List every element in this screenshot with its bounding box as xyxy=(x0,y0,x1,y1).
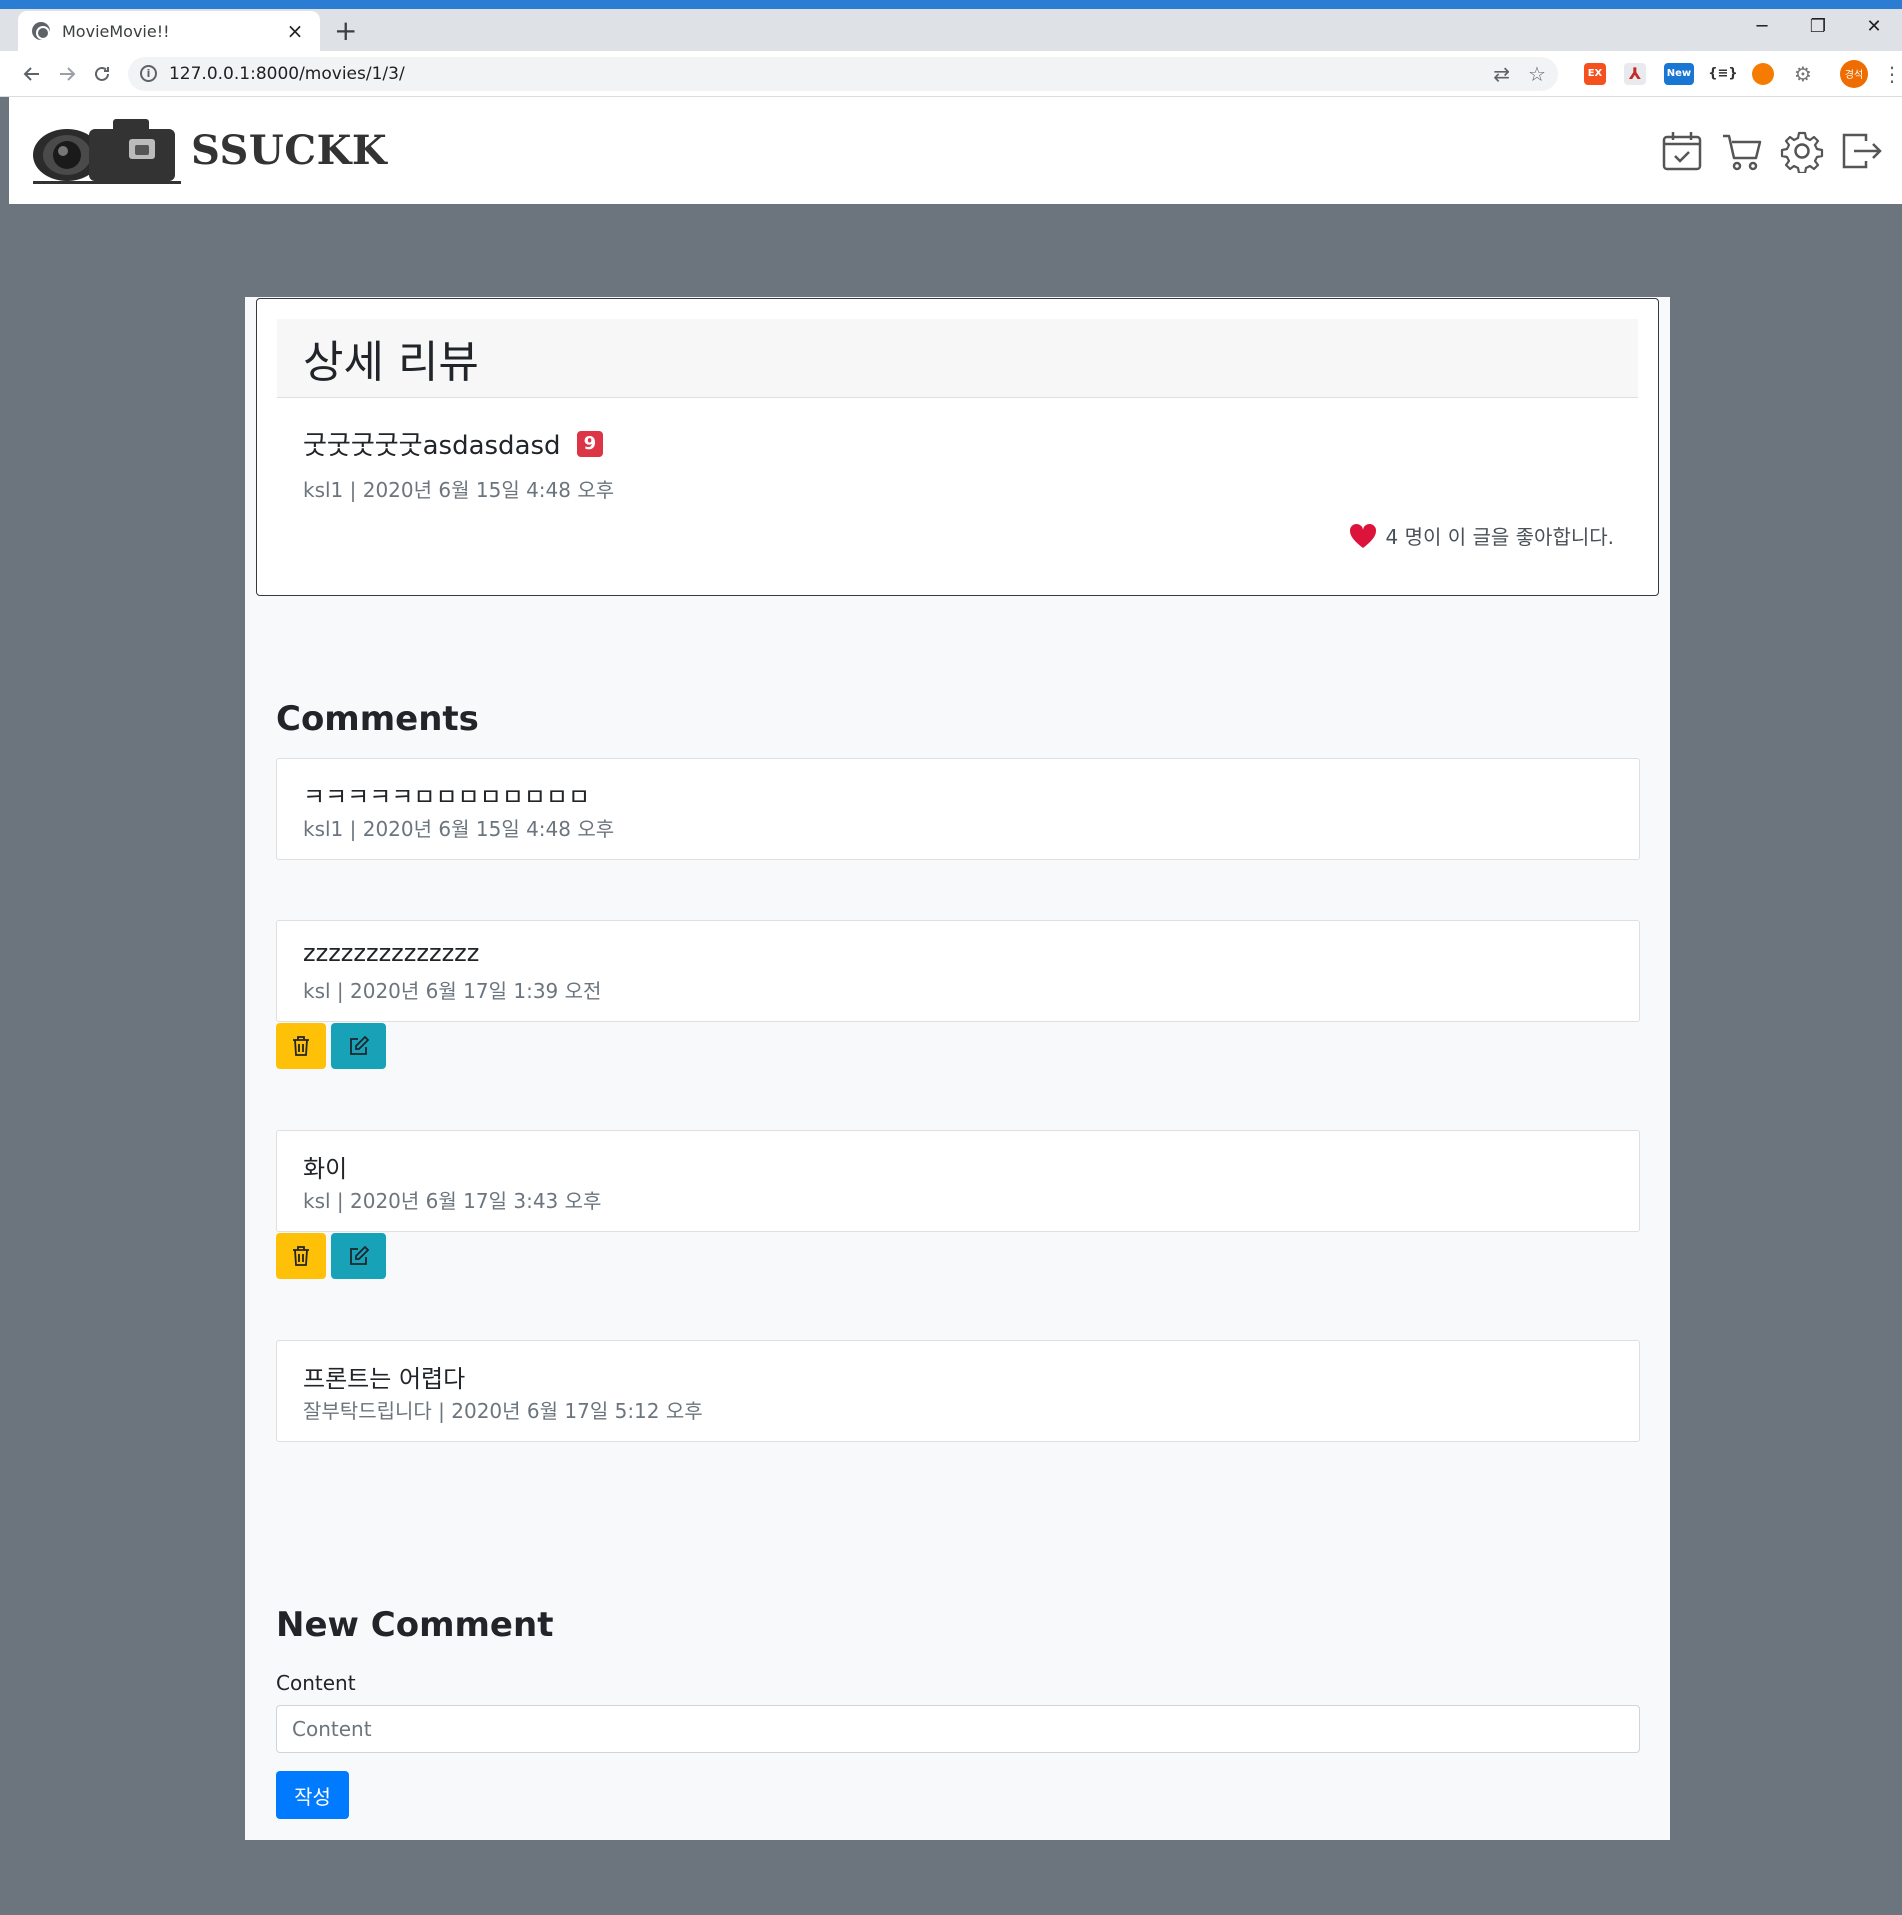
review-title-text: 굿굿굿굿굿asdasdasd xyxy=(303,431,561,461)
site-navbar: SSUCKK xyxy=(9,97,1902,204)
main-container: 상세 리뷰 굿굿굿굿굿asdasdasd 9 ksl1 | 2020년 6월 1… xyxy=(245,297,1670,1840)
new-extension-icon[interactable]: New xyxy=(1663,62,1694,85)
reload-button[interactable] xyxy=(87,55,118,93)
comment-card: zzzzzzzzzzzzzz ksl | 2020년 6월 17일 1:39 오… xyxy=(276,920,1640,1022)
comment-meta: ksl | 2020년 6월 17일 1:39 오전 xyxy=(303,979,602,1003)
delete-comment-button[interactable] xyxy=(276,1233,326,1279)
trash-icon xyxy=(293,1036,309,1056)
forward-arrow-icon xyxy=(59,66,76,81)
gear-icon[interactable] xyxy=(1780,129,1824,174)
forward-button[interactable] xyxy=(51,55,82,93)
comment-text: ㅋㅋㅋㅋㅋㅁㅁㅁㅁㅁㅁㅁㅁ xyxy=(303,783,591,811)
window-titlebar xyxy=(0,0,1902,9)
trash-icon xyxy=(293,1246,309,1266)
likes-count-text: 4 명이 이 글을 좋아합니다. xyxy=(1385,525,1614,549)
close-window-button[interactable]: ✕ xyxy=(1846,9,1902,45)
address-bar[interactable]: i 127.0.0.1:8000/movies/1/3/ ⇄ ☆ xyxy=(127,56,1558,91)
json-extension-icon[interactable]: {≡} xyxy=(1708,63,1737,85)
browser-tab[interactable]: MovieMovie!! × xyxy=(18,11,320,51)
comment-meta: 잘부탁드립니다 | 2020년 6월 17일 5:12 오후 xyxy=(303,1399,703,1423)
browser-menu-icon[interactable]: ⋮ xyxy=(1882,62,1902,86)
edit-icon xyxy=(349,1035,369,1055)
reload-icon xyxy=(95,66,110,81)
brand-name: SSUCKK xyxy=(191,127,388,174)
edit-icon xyxy=(349,1245,369,1265)
content-label: Content xyxy=(276,1671,356,1695)
orange-extension-icon[interactable] xyxy=(1751,62,1774,85)
comment-card: 프론트는 어렵다 잘부탁드립니다 | 2020년 6월 17일 5:12 오후 xyxy=(276,1340,1640,1442)
tab-close-icon[interactable]: × xyxy=(284,19,306,43)
globe-icon xyxy=(32,22,50,40)
submit-comment-button[interactable]: 작성 xyxy=(276,1771,349,1819)
extensions-bar: EX ⅄ New {≡} ⚙ 경석 ⋮ xyxy=(1566,59,1902,88)
comments-heading: Comments xyxy=(276,699,479,739)
new-comment-heading: New Comment xyxy=(276,1605,554,1645)
pdf-extension-icon[interactable]: ⅄ xyxy=(1623,62,1646,85)
new-tab-button[interactable]: + xyxy=(334,17,357,45)
tab-title: MovieMovie!! xyxy=(62,21,170,41)
url-text[interactable]: 127.0.0.1:8000/movies/1/3/ xyxy=(169,64,1475,84)
ex-extension-icon[interactable]: EX xyxy=(1583,62,1606,85)
review-detail-card: 상세 리뷰 굿굿굿굿굿asdasdasd 9 ksl1 | 2020년 6월 1… xyxy=(256,298,1659,596)
profile-avatar[interactable]: 경석 xyxy=(1839,59,1868,88)
site-info-icon[interactable]: i xyxy=(139,65,157,82)
edit-comment-button[interactable] xyxy=(331,1023,386,1069)
detail-header: 상세 리뷰 xyxy=(277,319,1638,398)
tab-strip: MovieMovie!! × + xyxy=(0,9,1902,51)
translate-icon[interactable]: ⇄ xyxy=(1493,62,1510,86)
camera-logo-icon xyxy=(29,115,181,187)
restore-button[interactable]: ❐ xyxy=(1790,9,1846,45)
comment-card: 화이 ksl | 2020년 6월 17일 3:43 오후 xyxy=(276,1130,1640,1232)
content-input[interactable] xyxy=(276,1705,1640,1753)
settings-extension-icon[interactable]: ⚙ xyxy=(1792,62,1814,86)
minimize-button[interactable]: ─ xyxy=(1734,9,1790,45)
logout-icon[interactable] xyxy=(1840,129,1884,173)
nav-icon-group xyxy=(1644,129,1884,174)
score-badge: 9 xyxy=(576,430,604,457)
comment-card: ㅋㅋㅋㅋㅋㅁㅁㅁㅁㅁㅁㅁㅁ ksl1 | 2020년 6월 15일 4:48 오… xyxy=(276,758,1640,860)
edit-comment-button[interactable] xyxy=(331,1233,386,1279)
browser-toolbar: i 127.0.0.1:8000/movies/1/3/ ⇄ ☆ EX ⅄ Ne… xyxy=(0,51,1902,97)
bookmark-star-icon[interactable]: ☆ xyxy=(1528,62,1546,86)
review-meta: ksl1 | 2020년 6월 15일 4:48 오후 xyxy=(303,478,615,502)
comment-meta: ksl | 2020년 6월 17일 3:43 오후 xyxy=(303,1189,602,1213)
review-title: 굿굿굿굿굿asdasdasd 9 xyxy=(303,425,604,462)
calendar-check-icon[interactable] xyxy=(1660,129,1704,173)
cart-icon[interactable] xyxy=(1720,129,1764,173)
comment-actions xyxy=(276,1233,386,1279)
heart-icon[interactable] xyxy=(1349,523,1377,549)
comment-text: 화이 xyxy=(303,1155,348,1183)
site-logo[interactable]: SSUCKK xyxy=(29,115,387,187)
back-arrow-icon xyxy=(23,66,39,81)
back-button[interactable] xyxy=(16,55,47,93)
like-row: 4 명이 이 글을 좋아합니다. xyxy=(1349,521,1614,550)
comment-actions xyxy=(276,1023,386,1069)
window-controls: ─ ❐ ✕ xyxy=(1734,9,1902,45)
comment-text: zzzzzzzzzzzzzz xyxy=(303,939,480,967)
comment-text: 프론트는 어렵다 xyxy=(303,1365,466,1393)
delete-comment-button[interactable] xyxy=(276,1023,326,1069)
comment-meta: ksl1 | 2020년 6월 15일 4:48 오후 xyxy=(303,817,615,841)
